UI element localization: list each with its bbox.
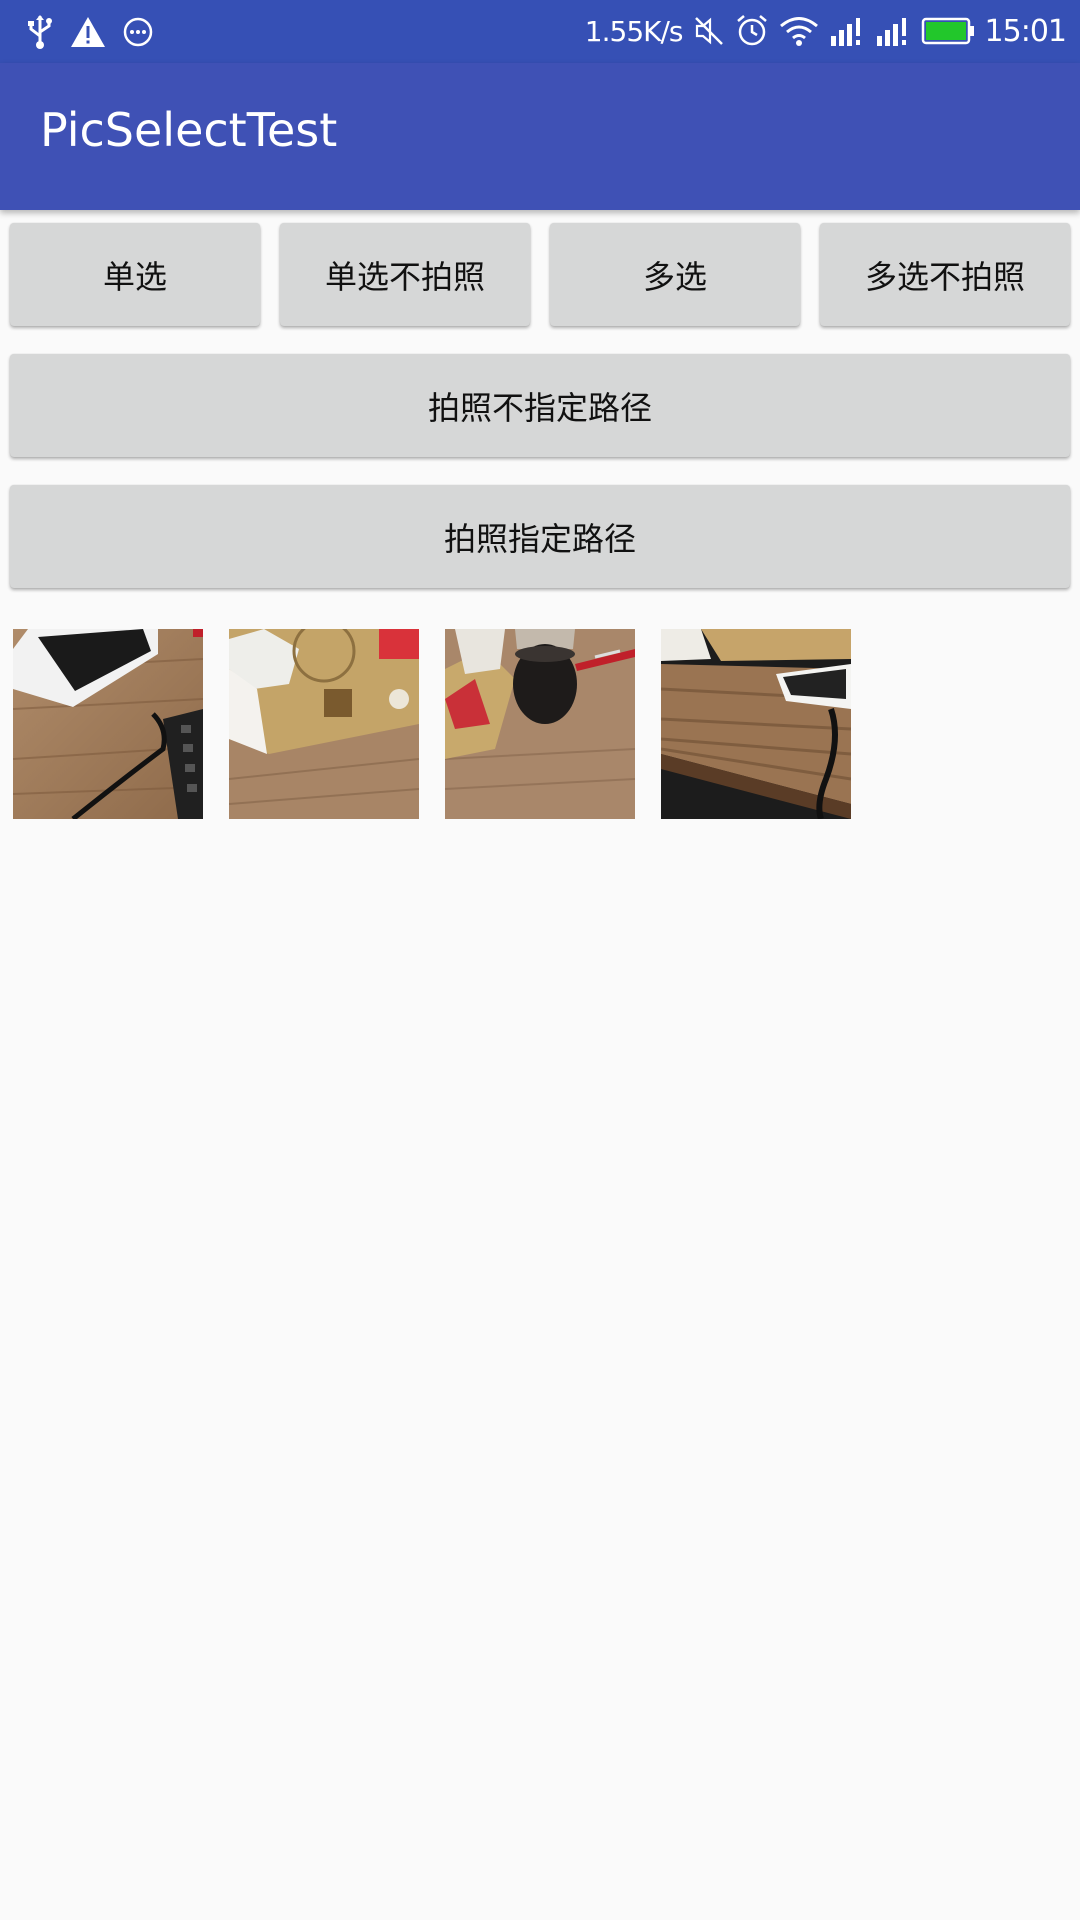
single-select-button[interactable]: 单选 <box>10 223 260 326</box>
signal-icon <box>829 16 865 46</box>
multi-select-no-camera-button[interactable]: 多选不拍照 <box>820 223 1070 326</box>
battery-icon <box>921 16 975 46</box>
mute-icon <box>693 15 725 47</box>
photo-thumbnail[interactable] <box>229 629 419 819</box>
wifi-icon <box>779 15 819 47</box>
photo-tissue-box <box>229 629 419 819</box>
photo-thumbnail[interactable] <box>13 629 203 819</box>
photo-desk-phone <box>661 629 851 819</box>
app-bar: PicSelectTest <box>0 63 1080 210</box>
signal-icon-2 <box>875 16 911 46</box>
camera-no-path-button[interactable]: 拍照不指定路径 <box>10 354 1070 457</box>
clock: 15:01 <box>984 13 1067 49</box>
photo-thumbnail[interactable] <box>661 629 851 819</box>
warning-icon <box>70 15 106 49</box>
photo-cup-pen <box>445 629 635 819</box>
app-title: PicSelectTest <box>40 103 338 157</box>
status-right: 1.55K/s 15:01 <box>584 10 1067 52</box>
status-bar: 1.55K/s 15:01 <box>0 0 1080 63</box>
usb-icon <box>26 14 54 50</box>
more-icon <box>122 16 154 48</box>
net-speed: 1.55K/s <box>584 14 684 48</box>
single-select-no-camera-button[interactable]: 单选不拍照 <box>280 223 530 326</box>
photo-thumbnail[interactable] <box>445 629 635 819</box>
status-left <box>26 12 154 52</box>
multi-select-button[interactable]: 多选 <box>550 223 800 326</box>
alarm-icon <box>735 14 769 48</box>
camera-with-path-button[interactable]: 拍照指定路径 <box>10 485 1070 588</box>
photo-phone-keyboard <box>13 629 203 819</box>
